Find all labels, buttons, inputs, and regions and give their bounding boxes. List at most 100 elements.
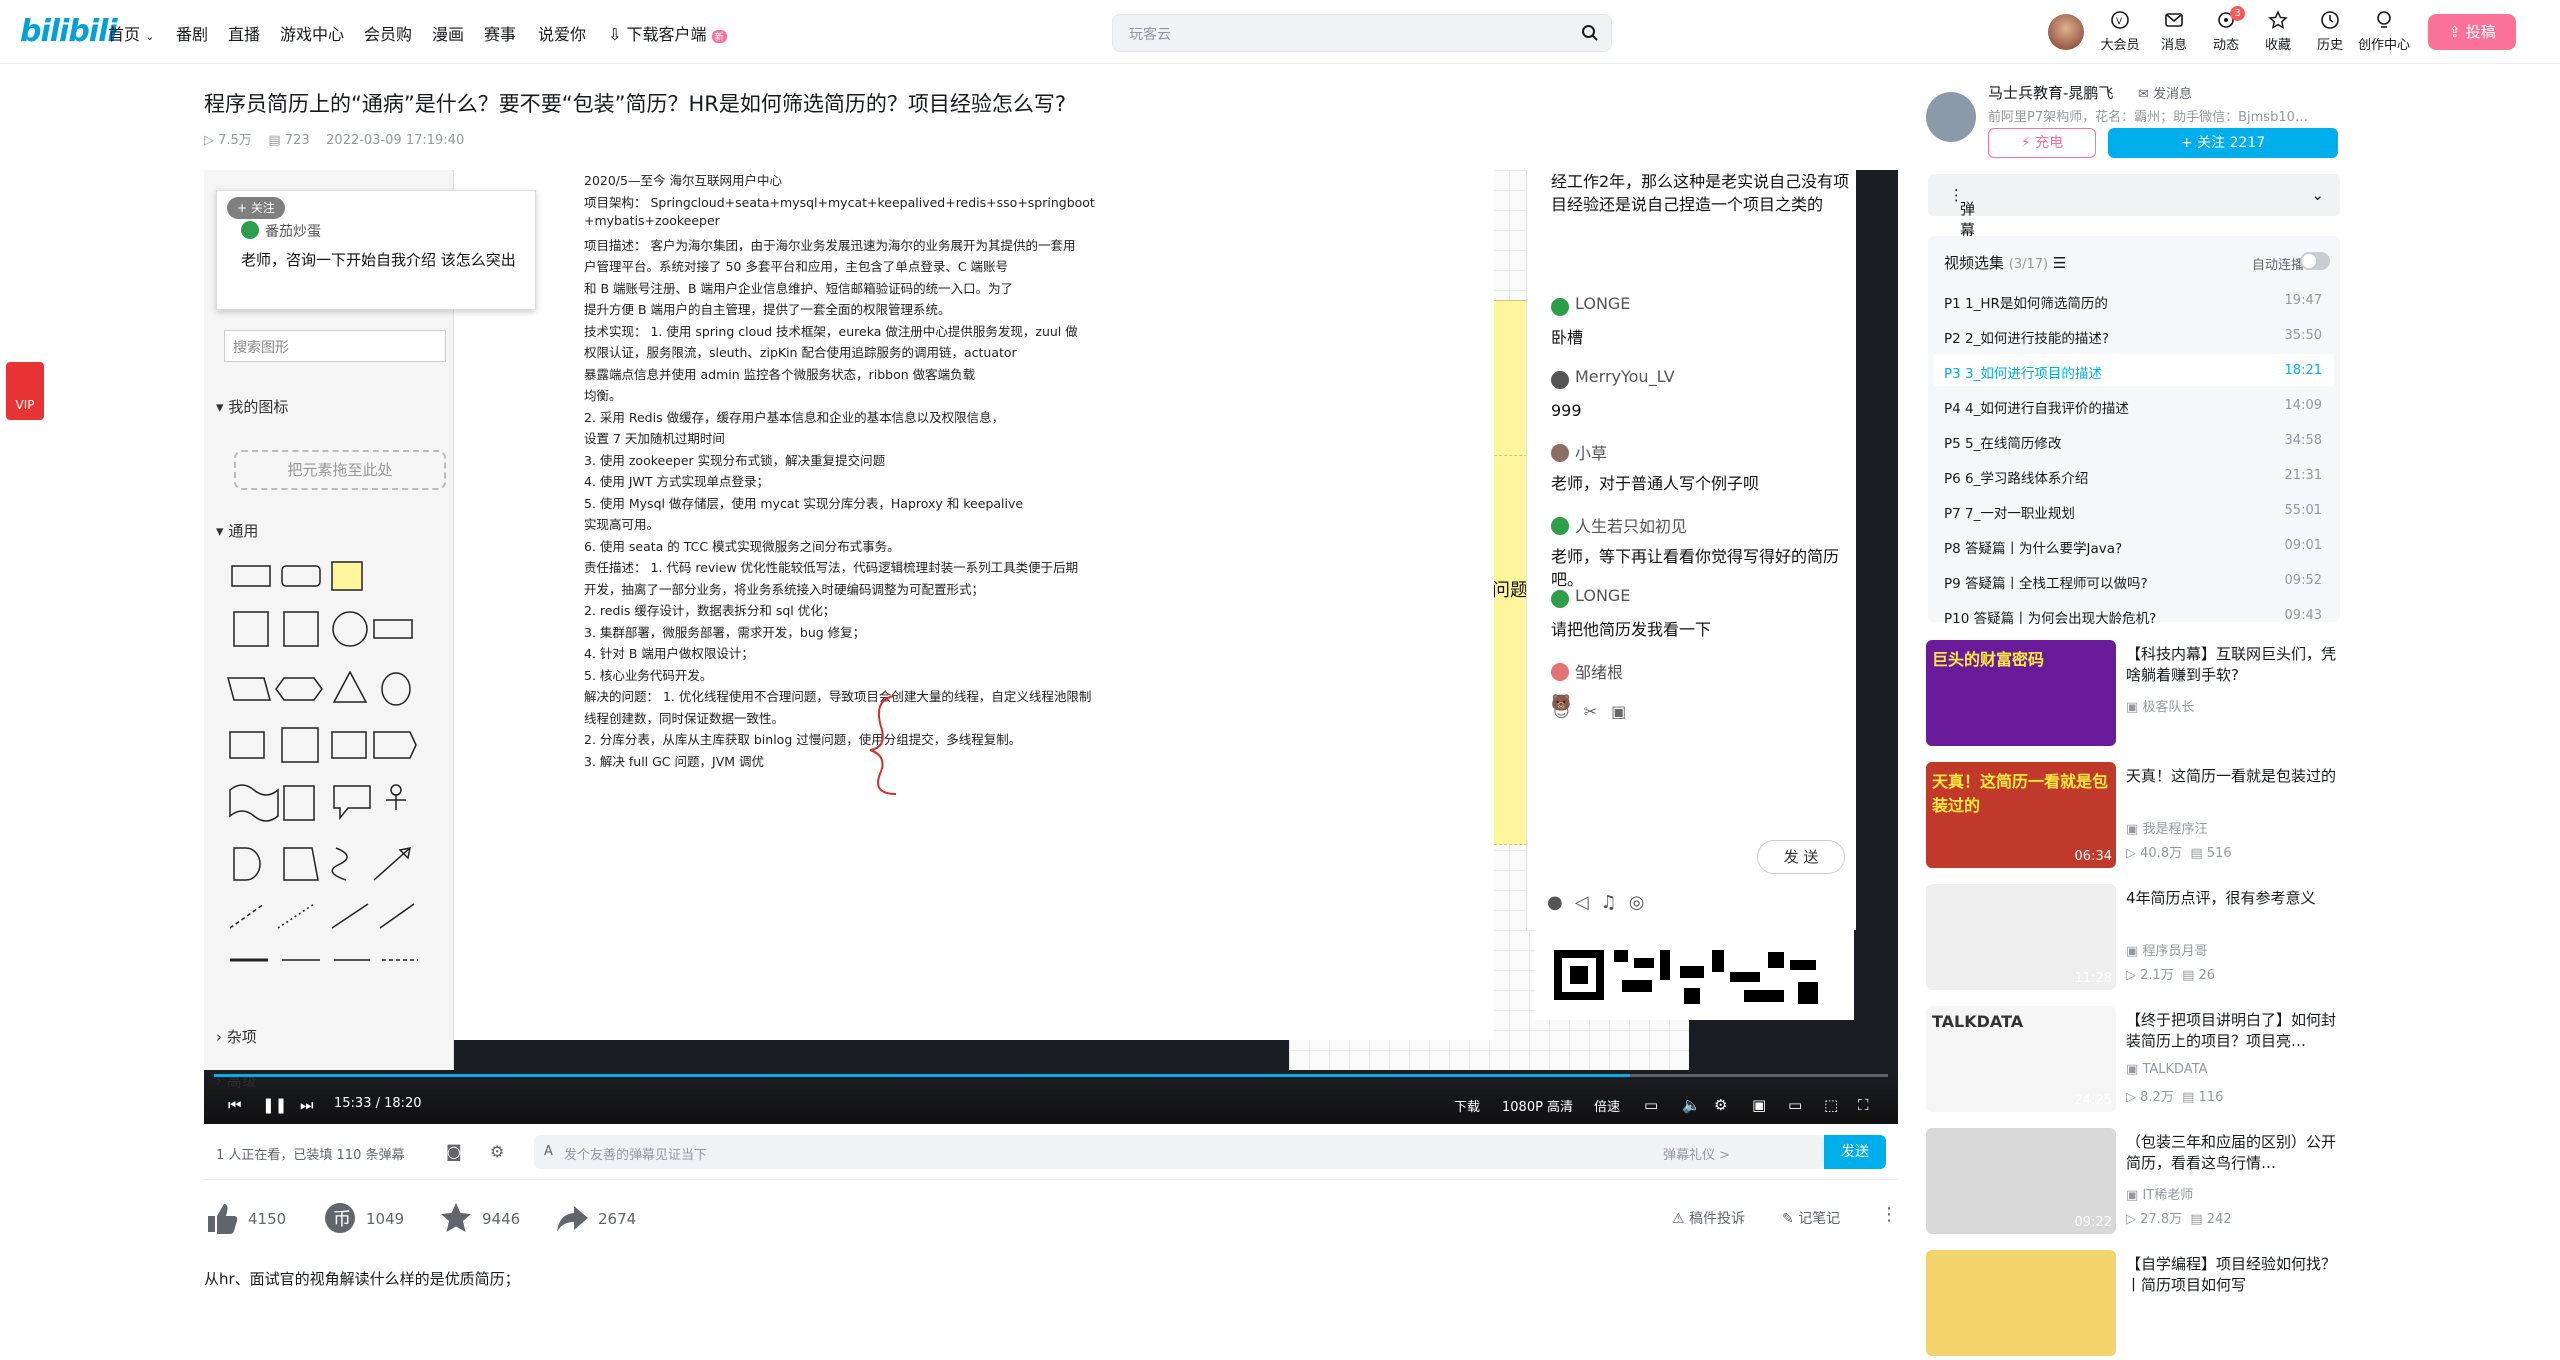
scissors-icon[interactable]: ✂ <box>1584 702 1611 721</box>
video-title-link[interactable]: 天真！这简历一看就是包装过的 <box>2126 766 2338 787</box>
webfullscreen-icon[interactable]: ⬚ <box>1824 1096 1838 1114</box>
video-thumbnail[interactable]: 巨头的财富密码 <box>1926 640 2116 746</box>
header-vip[interactable]: V 大会员 <box>2094 10 2146 53</box>
header-favorites[interactable]: 收藏 <box>2252 10 2304 53</box>
volume-icon[interactable]: 🔈 <box>1682 1096 1701 1114</box>
episode-item[interactable]: P4 4_如何进行自我评价的描述 14:09 <box>1934 389 2334 421</box>
recommended-video[interactable]: 09:22 （包装三年和应届的区别）公开简历，看看这鸟行情… ▣ IT稀老师 ▷ 27… <box>1926 1128 2340 1238</box>
upload-button[interactable]: ⇪ 投稿 <box>2428 14 2516 50</box>
nav-esports[interactable]: 赛事 <box>484 21 516 45</box>
nav-manga[interactable]: 漫画 <box>432 21 464 45</box>
danmaku-settings-icon[interactable]: ⚙ <box>490 1142 504 1161</box>
user-avatar[interactable] <box>2048 14 2084 50</box>
recommended-video[interactable]: 【自学编程】项目经验如何找？丨简历项目如何写 <box>1926 1250 2340 1360</box>
danmaku-etiquette-link[interactable]: 弹幕礼仪 > <box>1663 1144 1730 1163</box>
episode-item[interactable]: P3 3_如何进行项目的描述 18:21 <box>1934 354 2334 386</box>
shape-palette[interactable] <box>224 560 452 1010</box>
chat-toolbar[interactable]: ☺✂▣ <box>1553 702 1640 721</box>
video-title-link[interactable]: 【自学编程】项目经验如何找？丨简历项目如何写 <box>2126 1254 2338 1296</box>
recommended-video[interactable]: TALKDATA 24:25 【终于把项目讲明白了】如何封装简历上的项目？项目亮… ▣… <box>1926 1006 2340 1116</box>
nav-game-center[interactable]: 游戏中心 <box>280 21 344 45</box>
nav-download-client[interactable]: ⇩ 下载客户端 新 <box>608 21 727 45</box>
bilibili-logo[interactable]: bilibili <box>20 14 118 49</box>
popup-follow-button[interactable]: + 关注 <box>227 197 285 219</box>
nav-mall[interactable]: 会员购 <box>364 21 412 45</box>
settings-icon[interactable]: ⚙ <box>1714 1096 1727 1114</box>
header-message[interactable]: 消息 <box>2148 10 2200 53</box>
fullscreen-icon[interactable]: ⛶ <box>1858 1096 1869 1114</box>
nav-love[interactable]: 说爱你 <box>538 21 586 45</box>
episode-item[interactable]: P1 1_HR是如何筛选简历的 19:47 <box>1934 284 2334 316</box>
quality-selector[interactable]: 1080P 高清 <box>1502 1096 1573 1115</box>
general-section-header[interactable]: ▾ 通用 <box>216 520 258 541</box>
danmaku-style-icon[interactable]: A <box>544 1144 553 1159</box>
my-icons-header[interactable]: ▾ 我的图标 <box>216 396 288 417</box>
note-button[interactable]: ✎ 记笔记 <box>1782 1208 1840 1228</box>
pip-icon[interactable]: ▣ <box>1752 1096 1766 1114</box>
episode-item[interactable]: P7 7_一对一职业规划 55:01 <box>1934 494 2334 526</box>
video-thumbnail[interactable]: TALKDATA 24:25 <box>1926 1006 2116 1112</box>
follow-button[interactable]: + 关注 2217 <box>2108 128 2338 158</box>
charge-button[interactable]: ⚡ 充电 <box>1988 128 2096 158</box>
episode-item[interactable]: P2 2_如何进行技能的描述? 35:50 <box>1934 319 2334 351</box>
video-author[interactable]: ▣ 程序员月哥 <box>2126 940 2207 959</box>
episode-item[interactable]: P9 答疑篇丨全栈工程师可以做吗? 09:52 <box>1934 564 2334 596</box>
download-button[interactable]: 下载 <box>1454 1096 1480 1115</box>
nav-home[interactable]: 首页 ⌄ <box>108 21 154 45</box>
chat-media-bar[interactable]: ●◁♫◎ <box>1547 892 1656 913</box>
video-title-link[interactable]: （包装三年和应届的区别）公开简历，看看这鸟行情… <box>2126 1132 2338 1174</box>
search-input[interactable]: 玩客云 <box>1112 14 1612 52</box>
recommended-video[interactable]: 巨头的财富密码 【科技内幕】互联网巨头们，凭啥躺着赚到手软? ▣ 极客队长 <box>1926 640 2340 750</box>
video-title-link[interactable]: 【科技内幕】互联网巨头们，凭啥躺着赚到手软? <box>2126 644 2338 686</box>
header-dynamic[interactable]: 动态 3 <box>2200 6 2252 53</box>
speaker-icon[interactable]: ◁ <box>1575 892 1601 913</box>
nav-live[interactable]: 直播 <box>228 21 260 45</box>
chat-send-button[interactable]: 发 送 <box>1757 840 1845 874</box>
video-author[interactable]: ▣ IT稀老师 <box>2126 1184 2193 1203</box>
danmaku-list-toggle[interactable]: 弹幕列表 ⋮⌄ <box>1928 174 2340 281</box>
speed-selector[interactable]: 倍速 <box>1594 1096 1620 1115</box>
video-player[interactable]: 搜索图形 ▾ 我的图标 把元素拖至此处 ▾ 通用 › 杂项 › 高级 高薪 问题… <box>204 170 1898 1124</box>
misc-section-header[interactable]: › 杂项 <box>216 1026 257 1047</box>
video-title-link[interactable]: 4年简历点评，很有参考意义 <box>2126 888 2338 909</box>
danmaku-input[interactable]: A 发个友善的弹幕见证当下 弹幕礼仪 > <box>534 1135 1824 1169</box>
danmaku-send-button[interactable]: 发送 <box>1824 1135 1886 1169</box>
recommended-video[interactable]: 11:28 4年简历点评，很有参考意义 ▣ 程序员月哥 ▷ 2.1万 ▤ 26 <box>1926 884 2340 994</box>
vip-float-badge[interactable]: VIP <box>6 362 44 420</box>
search-icon[interactable] <box>1581 24 1599 42</box>
header-history[interactable]: 历史 <box>2304 10 2356 53</box>
video-thumbnail[interactable]: 天真！这简历一看就是包装过的 06:34 <box>1926 762 2116 868</box>
danmaku-toggle-icon[interactable]: ▭ <box>1644 1096 1658 1114</box>
widescreen-icon[interactable]: ▭ <box>1788 1096 1802 1114</box>
emoji-icon[interactable]: ☺ <box>1553 702 1584 721</box>
music-icon[interactable]: ♫ <box>1601 892 1629 913</box>
video-author[interactable]: ▣ TALKDATA <box>2126 1062 2208 1077</box>
header-creator-center[interactable]: 创作中心 <box>2356 10 2412 53</box>
send-message-link[interactable]: ✉ 发消息 <box>2138 83 2192 102</box>
nav-bangumi[interactable]: 番剧 <box>176 21 208 45</box>
video-title-link[interactable]: 【终于把项目讲明白了】如何封装简历上的项目？项目亮… <box>2126 1010 2338 1052</box>
episode-item[interactable]: P10 答疑篇丨为何会出现大龄危机? 09:43 <box>1934 599 2334 631</box>
video-author[interactable]: ▣ 我是程序汪 <box>2126 818 2207 837</box>
next-episode-button[interactable]: ⏭ <box>300 1096 314 1114</box>
uploader-name[interactable]: 马士兵教育-晁鹏飞 <box>1988 82 2113 103</box>
more-menu-icon[interactable]: ⋮ <box>1880 1204 1898 1225</box>
episode-item[interactable]: P5 5_在线简历修改 34:58 <box>1934 424 2334 456</box>
uploader-avatar[interactable] <box>1926 92 1976 142</box>
mic-icon[interactable]: ● <box>1547 892 1575 913</box>
progress-bar[interactable] <box>214 1074 1888 1077</box>
prev-button[interactable]: ⏮ <box>228 1096 242 1114</box>
recommended-video[interactable]: 天真！这简历一看就是包装过的 06:34 天真！这简历一看就是包装过的 ▣ 我是程序汪… <box>1926 762 2340 872</box>
report-button[interactable]: ⚠ 稿件投诉 <box>1672 1208 1745 1228</box>
video-thumbnail[interactable]: 11:28 <box>1926 884 2116 990</box>
video-author[interactable]: ▣ 极客队长 <box>2126 696 2194 715</box>
location-icon[interactable]: ◎ <box>1629 892 1657 913</box>
autoplay-toggle[interactable] <box>2300 252 2330 270</box>
episode-item[interactable]: P6 6_学习路线体系介绍 21:31 <box>1934 459 2334 491</box>
image-icon[interactable]: ▣ <box>1611 702 1640 721</box>
episode-item[interactable]: P8 答疑篇丨为什么要学Java? 09:01 <box>1934 529 2334 561</box>
shape-search-input[interactable]: 搜索图形 <box>224 330 446 362</box>
danmaku-popup-card[interactable]: + 关注 番茄炒蛋 老师，咨询一下开始自我介绍 该怎么突出 <box>216 190 536 310</box>
video-thumbnail[interactable]: 09:22 <box>1926 1128 2116 1234</box>
video-thumbnail[interactable] <box>1926 1250 2116 1356</box>
